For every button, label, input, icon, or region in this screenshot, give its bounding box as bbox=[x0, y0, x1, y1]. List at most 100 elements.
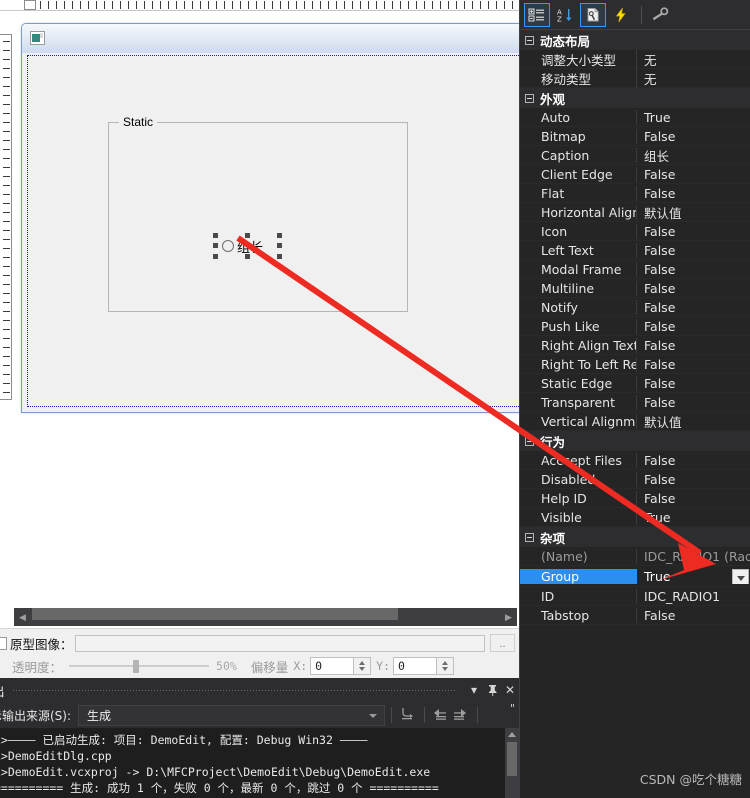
property-row[interactable]: ID IDC_RADIO1 bbox=[520, 587, 750, 606]
vertical-ruler[interactable] bbox=[0, 34, 12, 400]
categorized-view-icon[interactable] bbox=[524, 2, 550, 27]
dialog-client-area[interactable]: Static 组长 bbox=[27, 55, 519, 407]
output-vertical-scrollbar[interactable] bbox=[505, 728, 519, 798]
scroll-left-arrow-icon[interactable]: ◀ bbox=[14, 608, 31, 626]
offset-x-input[interactable]: 0 bbox=[310, 657, 355, 675]
property-row[interactable]: Transparent False bbox=[520, 393, 750, 412]
property-row[interactable]: Client Edge False bbox=[520, 165, 750, 184]
property-row[interactable]: Notify False bbox=[520, 298, 750, 317]
output-text-area[interactable]: 1>———— 已启动生成: 项目: DemoEdit, 配置: Debug Wi… bbox=[0, 728, 519, 798]
scroll-thumb[interactable] bbox=[32, 608, 398, 620]
offset-y-stepper[interactable]: 0 bbox=[393, 657, 455, 675]
close-icon[interactable]: ✕ bbox=[501, 680, 519, 700]
property-row[interactable]: 调整大小类型无 bbox=[520, 49, 750, 69]
properties-grid[interactable]: 动态布局 调整大小类型无移动类型无外观 Auto True Bitmap False Cap… bbox=[520, 30, 750, 798]
property-category-header[interactable]: 杂项 bbox=[520, 527, 750, 547]
opacity-slider[interactable] bbox=[69, 659, 210, 673]
resize-handle-top-center[interactable] bbox=[245, 233, 250, 238]
property-value[interactable]: False bbox=[637, 281, 750, 296]
spin-up-icon[interactable] bbox=[359, 661, 366, 665]
property-row[interactable]: Push Like False bbox=[520, 317, 750, 336]
resize-handle-bottom-right[interactable] bbox=[277, 254, 282, 259]
find-previous-icon[interactable] bbox=[431, 705, 451, 725]
collapse-expander-icon[interactable] bbox=[525, 35, 534, 45]
resize-handle-top-right[interactable] bbox=[277, 233, 282, 238]
chevron-down-icon[interactable] bbox=[732, 568, 749, 584]
chevron-down-icon[interactable]: ▾ bbox=[465, 680, 483, 700]
property-row[interactable]: Modal Frame False bbox=[520, 260, 750, 279]
property-row[interactable]: Static Edge False bbox=[520, 374, 750, 393]
property-value[interactable]: False bbox=[637, 491, 750, 506]
prototype-image-path-input[interactable] bbox=[74, 634, 485, 652]
prototype-image-browse-button[interactable]: .. bbox=[490, 634, 515, 652]
property-value[interactable]: 默认值 bbox=[637, 412, 750, 431]
resize-handle-bottom-center[interactable] bbox=[245, 254, 250, 259]
resize-handle-middle-left[interactable] bbox=[213, 243, 218, 248]
property-row[interactable]: Tabstop False bbox=[520, 606, 750, 625]
radio-button-control-selected[interactable]: 组长 bbox=[213, 233, 283, 259]
property-category-header[interactable]: 动态布局 bbox=[520, 30, 750, 50]
chevron-down-icon[interactable] bbox=[369, 713, 378, 718]
property-value[interactable]: False bbox=[637, 262, 750, 277]
output-source-select[interactable]: 生成 bbox=[78, 704, 386, 726]
designer-horizontal-scrollbar[interactable]: ◀ ▶ bbox=[14, 608, 517, 626]
property-value[interactable]: False bbox=[637, 338, 750, 353]
property-value[interactable]: False bbox=[637, 608, 750, 623]
collapse-expander-icon[interactable] bbox=[525, 93, 534, 103]
property-row[interactable]: Multiline False bbox=[520, 279, 750, 298]
scroll-track[interactable] bbox=[31, 608, 500, 626]
property-row[interactable]: Caption 组长 bbox=[520, 146, 750, 165]
property-value[interactable]: False bbox=[637, 472, 750, 487]
property-value[interactable]: False bbox=[637, 167, 750, 182]
property-row[interactable]: Flat False bbox=[520, 184, 750, 203]
spin-up-icon[interactable] bbox=[442, 661, 449, 665]
property-row[interactable]: Help ID False bbox=[520, 489, 750, 508]
scroll-right-arrow-icon[interactable]: ▶ bbox=[500, 608, 517, 626]
clear-output-icon[interactable] bbox=[398, 705, 418, 725]
horizontal-ruler[interactable] bbox=[0, 0, 519, 11]
property-value[interactable]: False bbox=[637, 395, 750, 410]
property-value[interactable]: False bbox=[637, 129, 750, 144]
resize-handle-top-left[interactable] bbox=[213, 233, 218, 238]
property-row[interactable]: Visible True bbox=[520, 508, 750, 527]
property-value[interactable]: False bbox=[637, 376, 750, 391]
resize-handle-bottom-left[interactable] bbox=[213, 254, 218, 259]
group-box-control[interactable]: Static bbox=[108, 115, 408, 312]
property-value[interactable]: False bbox=[637, 319, 750, 334]
property-row-selected[interactable]: Group True bbox=[520, 566, 750, 587]
property-category-header[interactable]: 外观 bbox=[520, 88, 750, 108]
output-overflow-marker[interactable]: " bbox=[510, 702, 515, 715]
property-value[interactable]: False bbox=[637, 186, 750, 201]
property-value[interactable]: False bbox=[637, 224, 750, 239]
events-lightning-icon[interactable] bbox=[608, 3, 634, 27]
collapse-expander-icon[interactable] bbox=[525, 436, 534, 446]
property-row[interactable]: Bitmap False bbox=[520, 127, 750, 146]
property-row[interactable]: Icon False bbox=[520, 222, 750, 241]
mock-dialog-window[interactable]: Static 组长 bbox=[21, 23, 519, 413]
property-value[interactable]: False bbox=[637, 453, 750, 468]
property-row[interactable]: Right Align Text False bbox=[520, 336, 750, 355]
property-value[interactable]: 组长 bbox=[637, 146, 750, 165]
property-row[interactable]: Horizontal Alignm默认值 bbox=[520, 203, 750, 222]
find-next-icon[interactable] bbox=[451, 705, 471, 725]
property-value[interactable]: True bbox=[637, 568, 750, 584]
property-value[interactable]: False bbox=[637, 243, 750, 258]
slider-knob[interactable] bbox=[133, 660, 140, 673]
scroll-up-arrow-icon[interactable] bbox=[508, 732, 516, 737]
offset-x-stepper[interactable]: 0 bbox=[310, 657, 372, 675]
offset-y-spin-buttons[interactable] bbox=[437, 657, 455, 675]
property-row[interactable]: Acccept Files False bbox=[520, 451, 750, 470]
offset-y-input[interactable]: 0 bbox=[393, 657, 438, 675]
property-value[interactable]: False bbox=[637, 357, 750, 372]
property-row[interactable]: 移动类型无 bbox=[520, 68, 750, 88]
property-value[interactable]: 无 bbox=[637, 69, 750, 88]
property-row[interactable]: Vertical Alignmen默认值 bbox=[520, 412, 750, 431]
property-value[interactable]: IDC_RADIO1 (Radi bbox=[637, 549, 750, 564]
offset-x-spin-buttons[interactable] bbox=[354, 657, 372, 675]
pin-icon[interactable] bbox=[483, 680, 501, 700]
property-pages-icon[interactable] bbox=[580, 2, 606, 27]
resize-handle-middle-right[interactable] bbox=[277, 243, 282, 248]
collapse-expander-icon[interactable] bbox=[525, 532, 534, 542]
property-wrench-icon[interactable] bbox=[647, 3, 673, 27]
spin-down-icon[interactable] bbox=[442, 667, 449, 671]
